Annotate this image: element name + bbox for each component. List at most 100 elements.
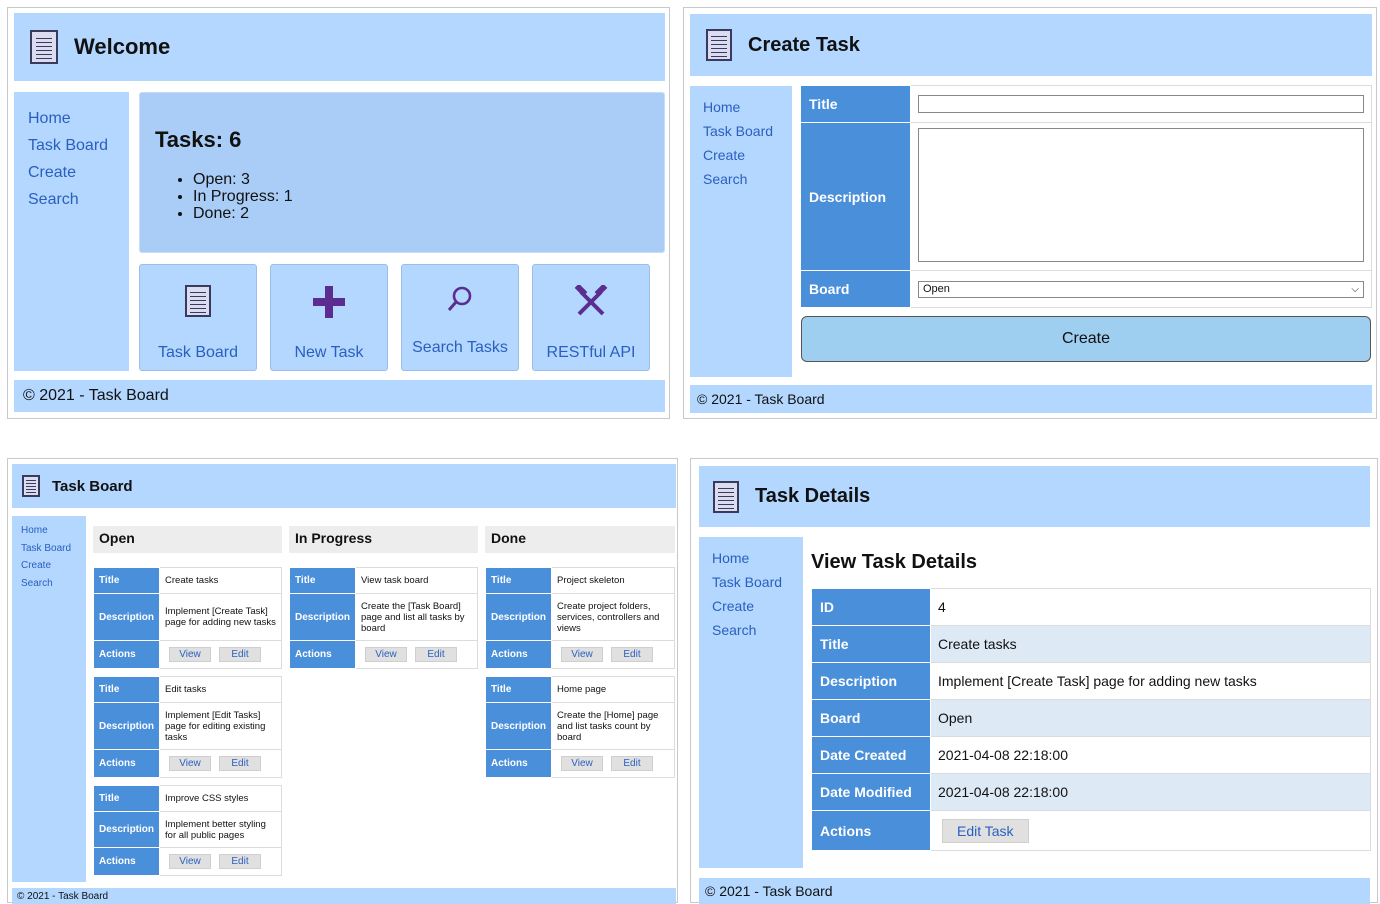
nav-home[interactable]: Home [703,95,779,119]
board-header: Task Board [12,464,676,508]
view-button[interactable]: View [169,756,212,771]
edit-button[interactable]: Edit [219,756,262,771]
details-header: Task Details [699,466,1370,527]
view-button[interactable]: View [169,854,212,869]
nav-create[interactable]: Create [21,557,77,575]
task-details-screen: Task Details Home Task Board Create Sear… [690,458,1378,904]
date-modified-value: 2021-04-08 22:18:00 [930,773,1371,811]
card-title: Improve CSS styles [159,785,282,812]
home-header: Welcome [14,13,665,81]
title-label: Title [800,85,911,123]
description-textarea[interactable] [918,128,1364,262]
task-board-screen: Task Board Home Task Board Create Search… [7,458,678,904]
edit-task-button[interactable]: Edit Task [942,818,1029,843]
title-input[interactable] [918,95,1364,113]
tasks-count: Tasks: 6 [155,127,242,152]
tasks-summary: Tasks: 6 Open: 3 In Progress: 1 Done: 2 [139,92,665,253]
page-title: Task Board [52,477,133,495]
page-title: Welcome [74,34,171,59]
view-button[interactable]: View [365,647,408,662]
details-heading: View Task Details [811,551,978,573]
nav-task-board[interactable]: Task Board [21,540,77,558]
task-card: Title Home page Description Create the [Ho… [484,676,675,778]
nav-create[interactable]: Create [28,159,115,186]
card-description: Implement [Create Task] page for adding … [159,593,282,641]
card-title: Create tasks [159,567,282,594]
details-table: ID 4 Title Create tasks Description Impleme… [811,588,1371,851]
card-description: Create the [Task Board] page and list al… [355,593,478,641]
board-label: Board [811,699,931,737]
nav-search[interactable]: Search [703,167,779,191]
home-screen: Welcome Home Task Board Create Search Ta… [7,7,670,419]
document-icon [185,285,211,317]
edit-button[interactable]: Edit [415,647,458,662]
board-value: Open [930,699,1371,737]
board-label: Board [800,270,911,308]
chevron-down-icon: ⌵ [1351,283,1359,295]
board-footer: © 2021 - Task Board [12,888,676,904]
card-description: Implement [Edit Tasks] page for editing … [159,702,282,750]
details-sidebar: Home Task Board Create Search [699,537,803,868]
edit-button[interactable]: Edit [611,756,654,771]
column-in-progress-title: In Progress [289,526,478,553]
tools-icon [533,285,649,319]
tile-search-tasks[interactable]: Search Tasks [401,264,519,371]
nav-search[interactable]: Search [712,618,790,642]
view-button[interactable]: View [561,647,604,662]
card-title: Edit tasks [159,676,282,703]
create-task-screen: Create Task Home Task Board Create Searc… [683,7,1377,419]
nav-create[interactable]: Create [703,143,779,167]
title-value: Create tasks [930,625,1371,663]
create-sidebar: Home Task Board Create Search [690,86,792,377]
edit-button[interactable]: Edit [219,647,262,662]
view-button[interactable]: View [169,647,212,662]
count-open: Open: 3 [193,171,649,188]
edit-button[interactable]: Edit [611,647,654,662]
column-open-title: Open [93,526,282,553]
nav-task-board[interactable]: Task Board [703,119,779,143]
view-button[interactable]: View [561,756,604,771]
create-button[interactable]: Create [801,316,1371,362]
card-title: Project skeleton [551,567,675,594]
date-created-value: 2021-04-08 22:18:00 [930,736,1371,774]
nav-create[interactable]: Create [712,594,790,618]
document-icon [706,29,732,61]
nav-home[interactable]: Home [28,105,115,132]
document-icon [30,30,58,64]
nav-search[interactable]: Search [28,186,115,213]
page-title: Task Details [755,485,871,507]
count-done: Done: 2 [193,205,649,222]
title-label: Title [811,625,931,663]
column-done-title: Done [485,526,675,553]
nav-task-board[interactable]: Task Board [712,570,790,594]
edit-button[interactable]: Edit [219,854,262,869]
tile-restful-api[interactable]: RESTful API [532,264,650,371]
nav-home[interactable]: Home [21,522,77,540]
actions-label: Actions [811,810,931,851]
card-description: Create project folders, services, contro… [551,593,675,641]
card-description: Implement better styling for all public … [159,811,282,848]
task-card: Title View task board Description Create t… [288,567,478,669]
description-value: Implement [Create Task] page for adding … [930,662,1371,700]
document-icon [713,480,739,513]
description-label: Description [800,122,911,271]
board-sidebar: Home Task Board Create Search [12,516,86,882]
tile-new-task[interactable]: New Task [270,264,388,371]
nav-task-board[interactable]: Task Board [28,132,115,159]
search-icon [402,285,518,313]
create-footer: © 2021 - Task Board [690,385,1372,413]
task-card: Title Edit tasks Description Implement [Ed… [92,676,282,778]
create-header: Create Task [690,14,1372,76]
nav-search[interactable]: Search [21,575,77,593]
tile-task-board[interactable]: Task Board [139,264,257,371]
task-card: Title Improve CSS styles Description Imple… [92,785,282,876]
home-footer: © 2021 - Task Board [14,380,665,412]
details-footer: © 2021 - Task Board [699,878,1370,904]
page-title: Create Task [748,33,860,56]
home-sidebar: Home Task Board Create Search [14,92,129,371]
document-icon [22,475,40,497]
plus-icon [271,285,387,319]
card-description: Create the [Home] page and list tasks co… [551,702,675,750]
board-select[interactable]: Open ⌵ [918,280,1364,298]
nav-home[interactable]: Home [712,546,790,570]
